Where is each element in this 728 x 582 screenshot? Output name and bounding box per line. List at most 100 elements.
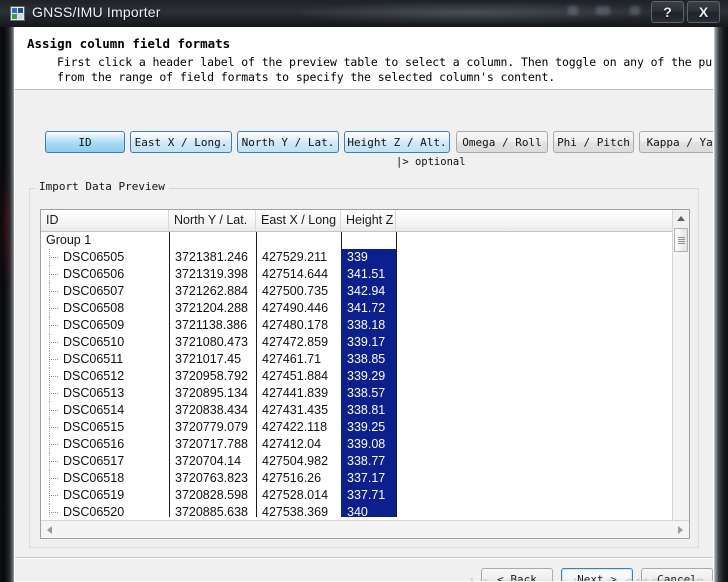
vertical-scrollbar[interactable]: [672, 210, 689, 538]
table-row[interactable]: DSC06510 3721080.473 427472.859 339.17: [41, 334, 689, 351]
table-cell-north[interactable]: 3720895.134: [169, 385, 256, 402]
table-cell-east[interactable]: 427514.644: [256, 266, 341, 283]
table-cell-id[interactable]: DSC06506: [41, 266, 169, 283]
table-cell-east[interactable]: 427461.71: [256, 351, 341, 368]
table-cell-height[interactable]: 339: [341, 249, 396, 266]
table-body[interactable]: Group 1 DSC06505 3721381.246 427529.211 339 D…: [41, 232, 689, 517]
table-cell-north[interactable]: 3721319.398: [169, 266, 256, 283]
table-row[interactable]: DSC06519 3720828.598 427528.014 337.71: [41, 487, 689, 504]
table-cell-id[interactable]: DSC06509: [41, 317, 169, 334]
table-row[interactable]: DSC06518 3720763.823 427516.26 337.17: [41, 470, 689, 487]
table-cell-north[interactable]: 3720717.788: [169, 436, 256, 453]
table-column-header-height-z[interactable]: Height Z: [341, 210, 396, 231]
table-cell-north[interactable]: 3721204.288: [169, 300, 256, 317]
table-cell-height[interactable]: 338.57: [341, 385, 396, 402]
table-cell-east[interactable]: 427431.435: [256, 402, 341, 419]
table-cell-height[interactable]: 338.81: [341, 402, 396, 419]
table-cell-height[interactable]: 341.72: [341, 300, 396, 317]
table-row[interactable]: DSC06505 3721381.246 427529.211 339: [41, 249, 689, 266]
table-cell-height[interactable]: 339.25: [341, 419, 396, 436]
table-cell-id[interactable]: DSC06512: [41, 368, 169, 385]
table-cell-east[interactable]: 427504.982: [256, 453, 341, 470]
scroll-left-icon[interactable]: [41, 521, 58, 538]
table-cell-north[interactable]: 3720763.823: [169, 470, 256, 487]
table-row[interactable]: DSC06515 3720779.079 427422.118 339.25: [41, 419, 689, 436]
table-column-header-north-y-lat[interactable]: North Y / Lat.: [169, 210, 256, 231]
format-button-phi-pitch[interactable]: Phi / Pitch: [553, 131, 634, 153]
table-cell-east[interactable]: 427472.859: [256, 334, 341, 351]
format-button-omega-roll[interactable]: Omega / Roll: [456, 131, 548, 153]
table-cell-north[interactable]: 3720704.14: [169, 453, 256, 470]
table-cell-north[interactable]: 3720828.598: [169, 487, 256, 504]
table-row[interactable]: DSC06512 3720958.792 427451.884 339.29: [41, 368, 689, 385]
next-button[interactable]: Next >: [561, 568, 633, 581]
table-cell-height[interactable]: 340: [341, 504, 396, 517]
table-cell-north[interactable]: 3720838.434: [169, 402, 256, 419]
table-group-row[interactable]: Group 1: [41, 232, 689, 249]
table-cell-north[interactable]: 3720779.079: [169, 419, 256, 436]
table-cell-id[interactable]: DSC06507: [41, 283, 169, 300]
table-cell-height[interactable]: 341.51: [341, 266, 396, 283]
window-titlebar[interactable]: GNSS/IMU Importer ? X: [0, 0, 728, 27]
format-button-id[interactable]: ID: [45, 131, 125, 153]
preview-table[interactable]: ID North Y / Lat. East X / Long Height Z Gr…: [40, 209, 690, 539]
format-button-kappa-yaw[interactable]: Kappa / Yaw: [639, 131, 713, 153]
table-cell-east[interactable]: 427516.26: [256, 470, 341, 487]
table-cell-height[interactable]: 339.17: [341, 334, 396, 351]
table-cell-east[interactable]: 427529.211: [256, 249, 341, 266]
table-row[interactable]: DSC06514 3720838.434 427431.435 338.81: [41, 402, 689, 419]
table-cell-id[interactable]: DSC06517: [41, 453, 169, 470]
format-button-north-y-lat[interactable]: North Y / Lat.: [237, 131, 339, 153]
table-cell-id[interactable]: DSC06515: [41, 419, 169, 436]
table-cell-north[interactable]: 3721381.246: [169, 249, 256, 266]
table-cell-east[interactable]: 427441.839: [256, 385, 341, 402]
table-cell-north[interactable]: 3720958.792: [169, 368, 256, 385]
table-cell-height[interactable]: 339.08: [341, 436, 396, 453]
table-row[interactable]: DSC06509 3721138.386 427480.178 338.18: [41, 317, 689, 334]
table-row[interactable]: DSC06511 3721017.45 427461.71 338.85: [41, 351, 689, 368]
table-column-header-id[interactable]: ID: [41, 210, 169, 231]
table-cell-north[interactable]: 3721138.386: [169, 317, 256, 334]
table-row[interactable]: DSC06513 3720895.134 427441.839 338.57: [41, 385, 689, 402]
table-row[interactable]: DSC06508 3721204.288 427490.446 341.72: [41, 300, 689, 317]
table-cell-id[interactable]: DSC06505: [41, 249, 169, 266]
scroll-up-icon[interactable]: [673, 210, 689, 227]
table-cell-height[interactable]: 342.94: [341, 283, 396, 300]
table-cell-east[interactable]: 427490.446: [256, 300, 341, 317]
table-cell-north[interactable]: 3721017.45: [169, 351, 256, 368]
table-column-header-east-x-long[interactable]: East X / Long: [256, 210, 341, 231]
help-button[interactable]: ?: [651, 1, 684, 23]
table-cell-height[interactable]: 338.18: [341, 317, 396, 334]
close-button[interactable]: X: [687, 1, 720, 23]
table-cell-height[interactable]: 338.77: [341, 453, 396, 470]
table-cell-height[interactable]: 337.71: [341, 487, 396, 504]
format-button-east-x-long[interactable]: East X / Long.: [130, 131, 232, 153]
table-cell-id[interactable]: DSC06519: [41, 487, 169, 504]
table-cell-id[interactable]: DSC06516: [41, 436, 169, 453]
table-cell-east[interactable]: 427538.369: [256, 504, 341, 517]
table-cell-id[interactable]: DSC06508: [41, 300, 169, 317]
horizontal-scrollbar[interactable]: [41, 520, 689, 538]
format-button-height-z-alt[interactable]: Height Z / Alt.: [344, 131, 450, 153]
table-cell-north[interactable]: 3721080.473: [169, 334, 256, 351]
table-row[interactable]: DSC06516 3720717.788 427412.04 339.08: [41, 436, 689, 453]
vertical-scrollbar-thumb[interactable]: [674, 228, 688, 252]
table-cell-id[interactable]: DSC06511: [41, 351, 169, 368]
scroll-right-icon[interactable]: [672, 521, 689, 538]
cancel-button[interactable]: Cancel: [641, 568, 713, 581]
table-row[interactable]: DSC06507 3721262.884 427500.735 342.94: [41, 283, 689, 300]
table-cell-height[interactable]: 338.85: [341, 351, 396, 368]
table-cell-height[interactable]: 339.29: [341, 368, 396, 385]
table-row[interactable]: DSC06520 3720885.638 427538.369 340: [41, 504, 689, 517]
table-cell-east[interactable]: 427480.178: [256, 317, 341, 334]
table-cell-id[interactable]: DSC06510: [41, 334, 169, 351]
table-header-row[interactable]: ID North Y / Lat. East X / Long Height Z: [41, 210, 689, 232]
table-column-header-blank[interactable]: [396, 210, 689, 231]
table-cell-id[interactable]: DSC06513: [41, 385, 169, 402]
table-row[interactable]: DSC06506 3721319.398 427514.644 341.51: [41, 266, 689, 283]
table-cell-id[interactable]: DSC06520: [41, 504, 169, 517]
table-cell-height[interactable]: 337.17: [341, 470, 396, 487]
table-cell-north[interactable]: 3721262.884: [169, 283, 256, 300]
back-button[interactable]: < Back: [481, 568, 553, 581]
table-cell-east[interactable]: 427528.014: [256, 487, 341, 504]
